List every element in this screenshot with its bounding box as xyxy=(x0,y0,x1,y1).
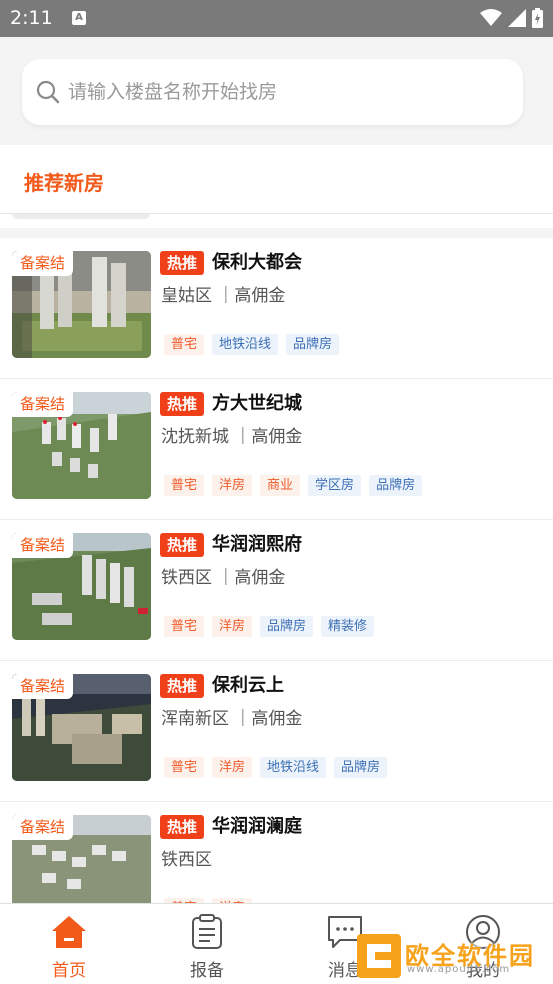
section-header: 推荐新房 xyxy=(0,145,553,214)
tag: 品牌房 xyxy=(260,616,314,637)
listing-thumbnail: 备案结 xyxy=(12,533,151,640)
listing-tags: 普宅 洋房 商业 学区房 品牌房 xyxy=(164,475,423,496)
tag: 地铁沿线 xyxy=(212,334,279,355)
battery-icon xyxy=(532,8,543,28)
listing-name: 华润润熙府 xyxy=(212,534,302,555)
listing-tags: 普宅 洋房 地铁沿线 品牌房 xyxy=(164,757,388,778)
tag: 品牌房 xyxy=(369,475,423,496)
listing-district: 浑南新区 ｜高佣金 xyxy=(161,709,303,729)
tag: 普宅 xyxy=(164,475,205,496)
status-icons xyxy=(480,8,543,28)
watermark-mark-icon xyxy=(357,934,401,978)
filing-badge: 备案结 xyxy=(12,392,74,417)
tab-home[interactable]: 首页 xyxy=(0,904,138,984)
tab-report[interactable]: 报备 xyxy=(138,904,276,984)
listing-tags: 普宅 洋房 品牌房 精装修 xyxy=(164,616,375,637)
tab-report-label: 报备 xyxy=(190,961,224,981)
listing-district: 沈抚新城 ｜高佣金 xyxy=(161,427,303,447)
filing-badge: 备案结 xyxy=(12,815,74,840)
listing-thumbnail: 备案结 xyxy=(12,674,151,781)
tag: 普宅 xyxy=(164,334,205,355)
home-icon xyxy=(52,916,86,948)
tag: 洋房 xyxy=(212,475,253,496)
listing-card[interactable]: 备案结 热推 华润润澜庭 铁西区 普宅 洋房 xyxy=(0,802,553,903)
status-bar: 2:11 A xyxy=(0,0,553,37)
search-area xyxy=(0,37,553,145)
watermark-logo: 欧全软件园 www.apoujin.com xyxy=(357,934,545,978)
tag: 普宅 xyxy=(164,757,205,778)
listing-card[interactable]: 备案结 热推 方大世纪城 沈抚新城 ｜高佣金 普宅 洋房 商业 学区房 品牌房 xyxy=(0,379,553,520)
hot-badge: 热推 xyxy=(160,392,204,416)
listing-name: 华润润澜庭 xyxy=(212,816,302,837)
search-icon xyxy=(36,80,60,104)
tag: 精装修 xyxy=(321,616,375,637)
tag: 普宅 xyxy=(164,616,205,637)
listing-thumbnail: 备案结 xyxy=(12,815,151,903)
listing-card[interactable]: 备案结 热推 保利大都会 皇姑区 ｜高佣金 普宅 地铁沿线 品牌房 xyxy=(0,238,553,379)
status-time: 2:11 xyxy=(10,7,53,29)
filing-badge: 备案结 xyxy=(12,533,74,558)
filing-badge: 备案结 xyxy=(12,251,74,276)
tag: 商业 xyxy=(260,475,301,496)
tag: 地铁沿线 xyxy=(260,757,327,778)
tag: 洋房 xyxy=(212,616,253,637)
hot-badge: 热推 xyxy=(160,251,204,275)
hot-badge: 热推 xyxy=(160,815,204,839)
tag: 品牌房 xyxy=(334,757,388,778)
listing-name: 保利大都会 xyxy=(212,252,302,273)
clipboard-icon xyxy=(192,914,222,949)
listing-district: 铁西区 ｜高佣金 xyxy=(161,568,286,588)
listing-list[interactable]: 备案结 热推 保利大都会 皇姑区 ｜高佣金 普宅 地铁沿线 品牌房 备案结 热推… xyxy=(0,214,553,903)
hot-badge: 热推 xyxy=(160,533,204,557)
tag: 品牌房 xyxy=(286,334,340,355)
tab-home-label: 首页 xyxy=(52,961,86,981)
previous-card-edge xyxy=(12,214,150,219)
listing-tags: 普宅 地铁沿线 品牌房 xyxy=(164,334,340,355)
listing-district: 铁西区 xyxy=(161,850,212,870)
listing-name: 保利云上 xyxy=(212,675,284,696)
listing-card[interactable]: 备案结 热推 保利云上 浑南新区 ｜高佣金 普宅 洋房 地铁沿线 品牌房 xyxy=(0,661,553,802)
tag: 学区房 xyxy=(308,475,362,496)
wifi-icon xyxy=(480,9,502,26)
search-box[interactable] xyxy=(22,59,523,125)
notification-a-icon: A xyxy=(72,11,86,25)
watermark-url: www.apoujin.com xyxy=(407,964,511,975)
search-input[interactable] xyxy=(68,77,508,107)
listing-district: 皇姑区 ｜高佣金 xyxy=(161,286,286,306)
filing-badge: 备案结 xyxy=(12,674,74,699)
section-title: 推荐新房 xyxy=(24,171,104,195)
tag: 洋房 xyxy=(212,757,253,778)
listing-card[interactable]: 备案结 热推 华润润熙府 铁西区 ｜高佣金 普宅 洋房 品牌房 精装修 xyxy=(0,520,553,661)
listing-thumbnail: 备案结 xyxy=(12,392,151,499)
signal-icon xyxy=(508,9,526,27)
listing-name: 方大世纪城 xyxy=(212,393,302,414)
listing-thumbnail: 备案结 xyxy=(12,251,151,358)
hot-badge: 热推 xyxy=(160,674,204,698)
